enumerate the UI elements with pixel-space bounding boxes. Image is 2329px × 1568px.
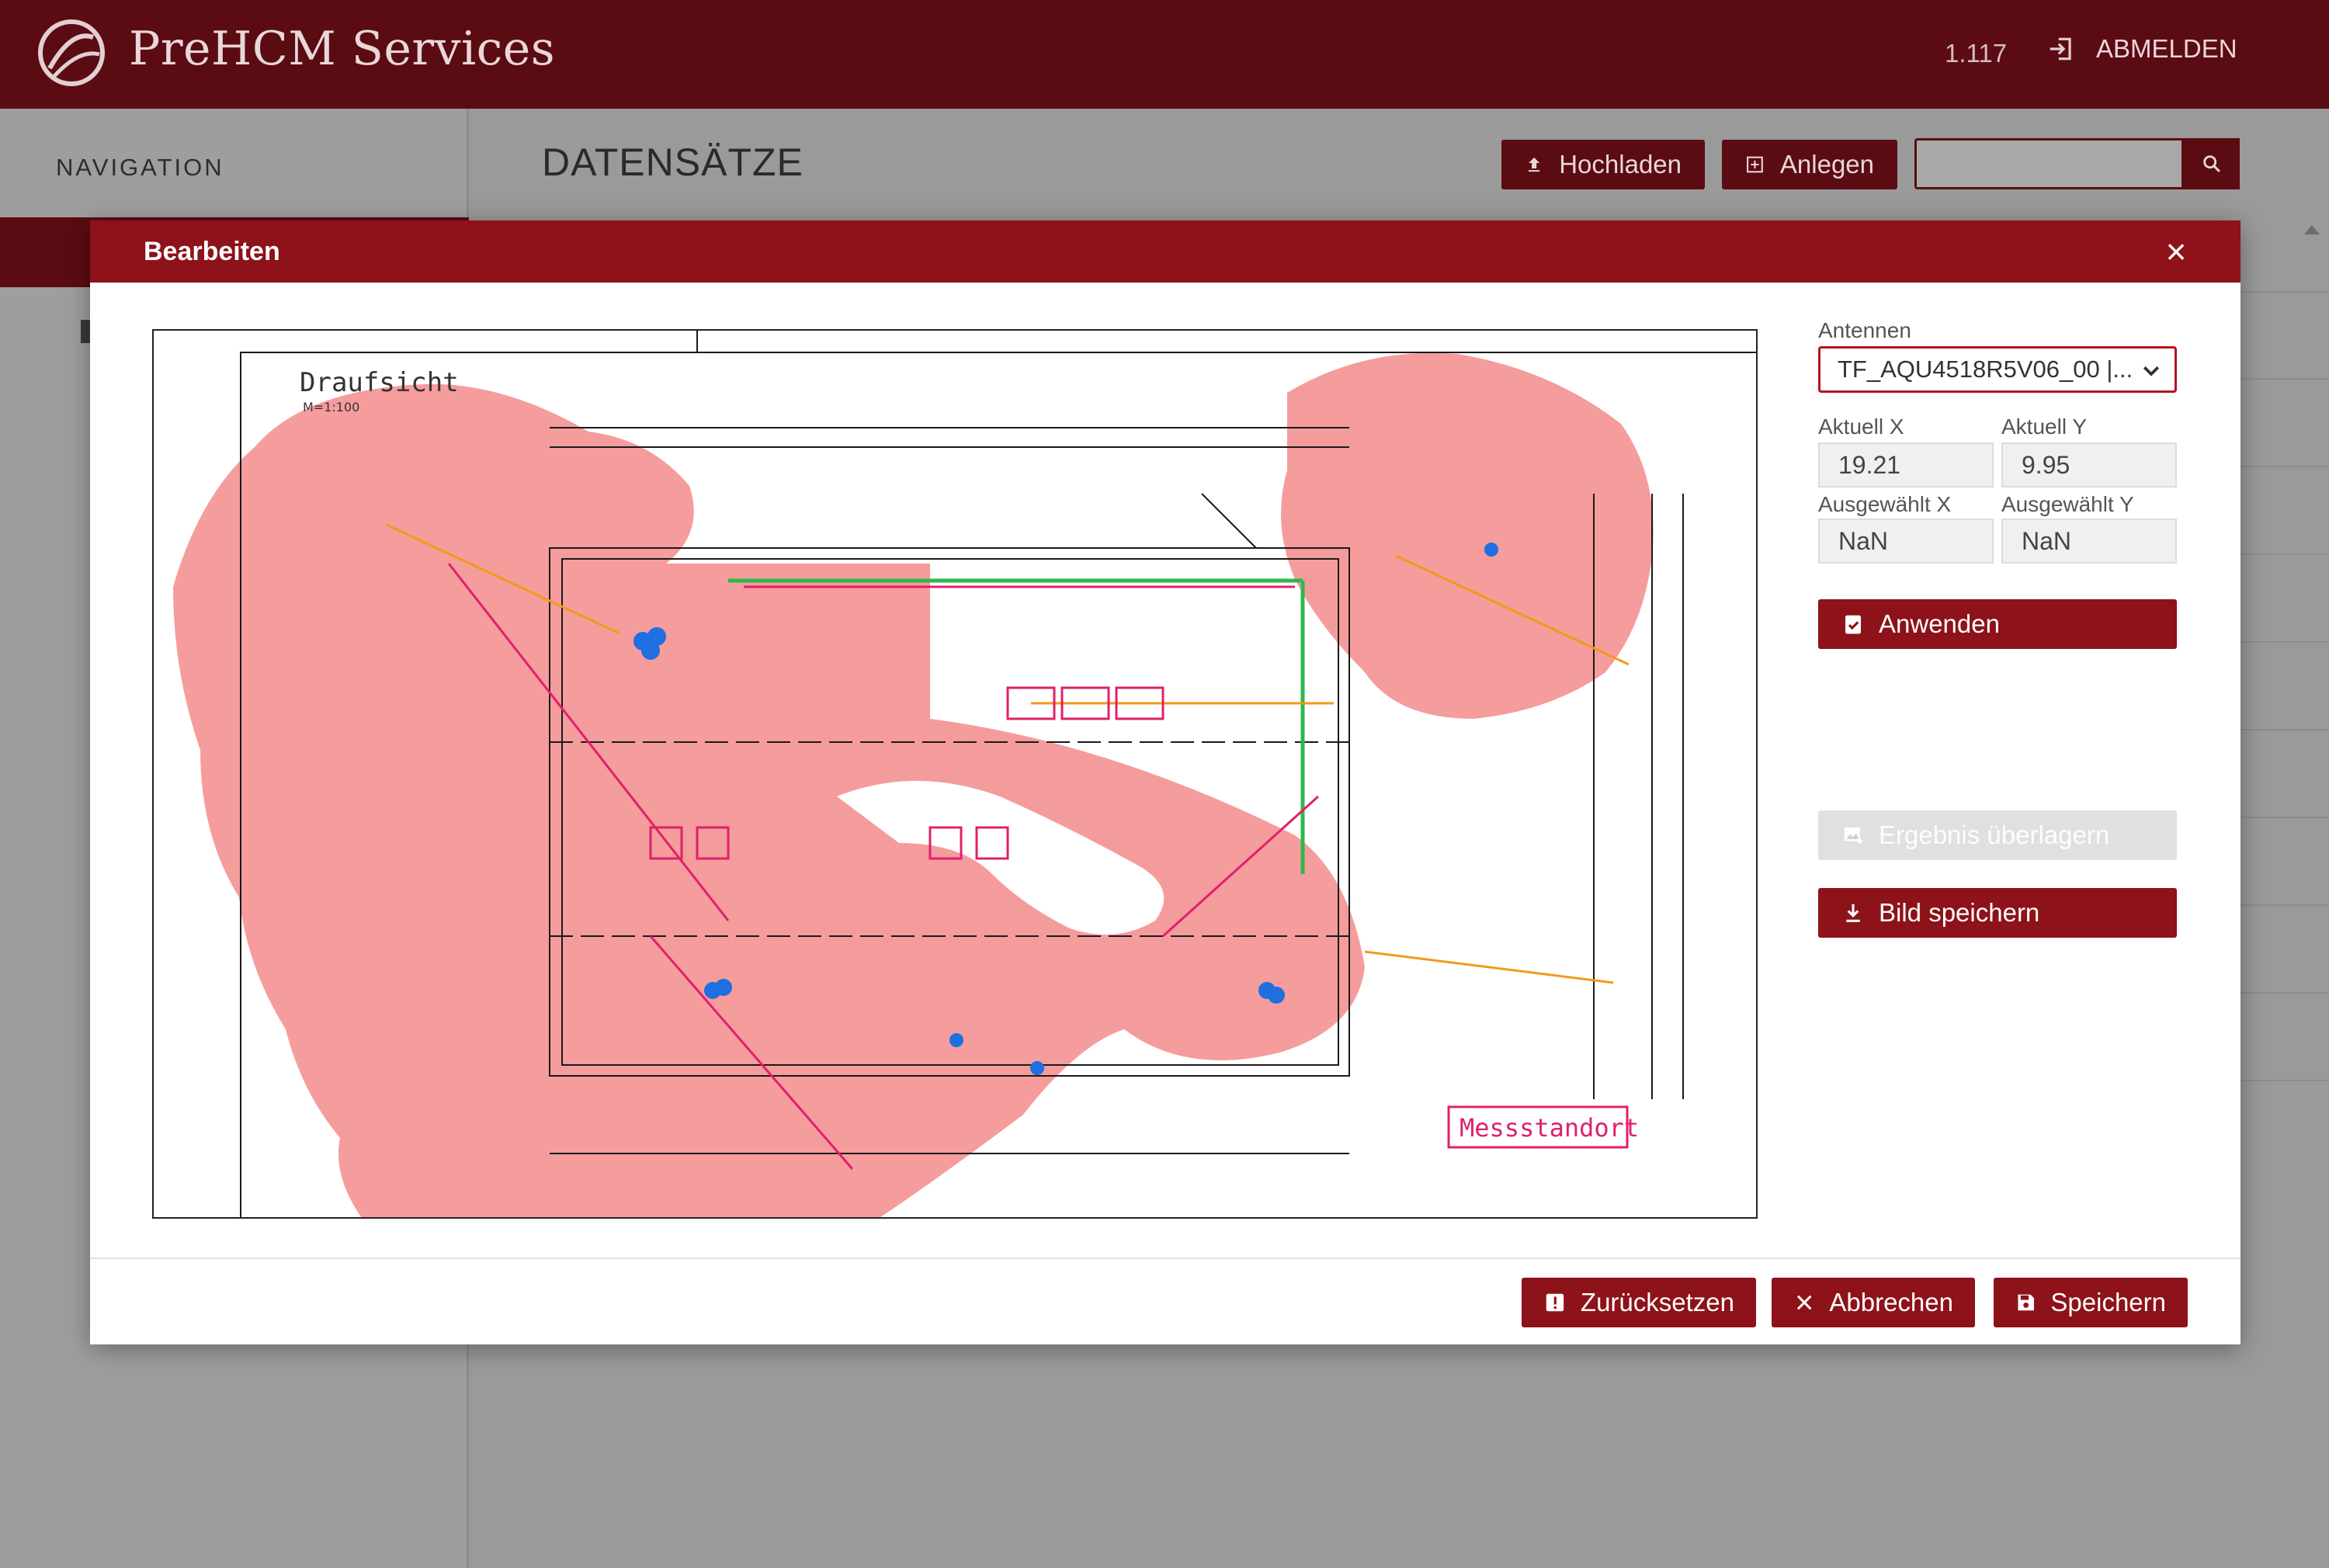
selected-x-label: Ausgewählt X [1818, 492, 1952, 516]
logout-button[interactable]: ABMELDEN [2046, 34, 2237, 64]
search-input[interactable] [1914, 138, 2184, 189]
floppy-disk-icon [2018, 1294, 2034, 1311]
reset-button[interactable]: Zurücksetzen [1522, 1278, 1756, 1327]
download-icon [1846, 904, 1860, 922]
cancel-button[interactable]: Abbrechen [1772, 1278, 1975, 1327]
app-bar: PreHCM Services 1.117 ABMELDEN [0, 0, 2329, 109]
search-button[interactable] [2184, 138, 2240, 189]
dialog-header: Bearbeiten × [90, 220, 2240, 283]
plan-scale: M=1:100 [303, 400, 359, 415]
save-image-button[interactable]: Bild speichern [1818, 888, 2177, 938]
scrollbar-up-arrow[interactable] [2304, 225, 2320, 234]
edit-dialog: Bearbeiten × Draufsicht M=1:100 Messstan… [90, 220, 2240, 1344]
sidebar-title: NAVIGATION [56, 154, 224, 181]
overlay-result-button[interactable]: Ergebnis überlagern [1818, 810, 2177, 860]
plan-heading: Draufsicht [300, 367, 459, 398]
floor-plan-canvas[interactable]: Draufsicht M=1:100 Messstandort [152, 329, 1758, 1219]
image-overlay-icon [1844, 827, 1863, 845]
dialog-footer-divider [90, 1258, 2240, 1259]
upload-label: Hochladen [1559, 150, 1682, 179]
close-icon [1796, 1295, 1812, 1310]
upload-icon [1529, 157, 1540, 172]
current-y-label: Aktuell Y [2001, 415, 2087, 439]
apply-button[interactable]: Anwenden [1818, 599, 2177, 649]
dialog-title: Bearbeiten [144, 237, 280, 266]
page-title: DATENSÄTZE [542, 140, 804, 184]
selected-y-field: NaN [2001, 519, 2177, 564]
close-icon[interactable]: × [2159, 234, 2193, 269]
save-button[interactable]: Speichern [1994, 1278, 2188, 1327]
antenna-select[interactable]: TF_AQU4518R5V06_00 |... [1818, 346, 2177, 393]
floor-plan-image: Draufsicht M=1:100 Messstandort [173, 331, 1756, 1217]
plan-stamp: Messstandort [1460, 1113, 1639, 1143]
search-icon [2203, 155, 2220, 172]
alert-icon [1546, 1293, 1564, 1312]
add-box-icon [1747, 156, 1763, 173]
cancel-label: Abbrechen [1829, 1288, 1953, 1316]
chevron-down-icon [2143, 366, 2160, 376]
logout-label: ABMELDEN [2096, 34, 2237, 63]
selected-x-field: NaN [1818, 519, 1994, 564]
current-y-field: 9.95 [2001, 442, 2177, 487]
save-image-label: Bild speichern [1879, 898, 2040, 927]
app-logo-icon [38, 19, 105, 86]
app-title: PreHCM Services [129, 22, 556, 76]
current-x-label: Aktuell X [1818, 415, 1904, 439]
overlay-result-label: Ergebnis überlagern [1879, 820, 2110, 849]
apply-label: Anwenden [1879, 609, 2000, 638]
antenna-label: Antennen [1818, 318, 1911, 342]
version-label: 1.117 [1945, 39, 2008, 68]
clipboard-check-icon [1845, 615, 1861, 634]
upload-button[interactable]: Hochladen [1501, 140, 1705, 189]
reset-label: Zurücksetzen [1580, 1288, 1734, 1316]
create-label: Anlegen [1779, 150, 1874, 179]
coverage-heatmap [173, 352, 1654, 1217]
current-x-field: 19.21 [1818, 442, 1994, 487]
save-label: Speichern [2050, 1288, 2166, 1316]
selected-y-label: Ausgewählt Y [2001, 492, 2134, 516]
logout-icon [2050, 37, 2071, 61]
create-button[interactable]: Anlegen [1722, 140, 1897, 189]
